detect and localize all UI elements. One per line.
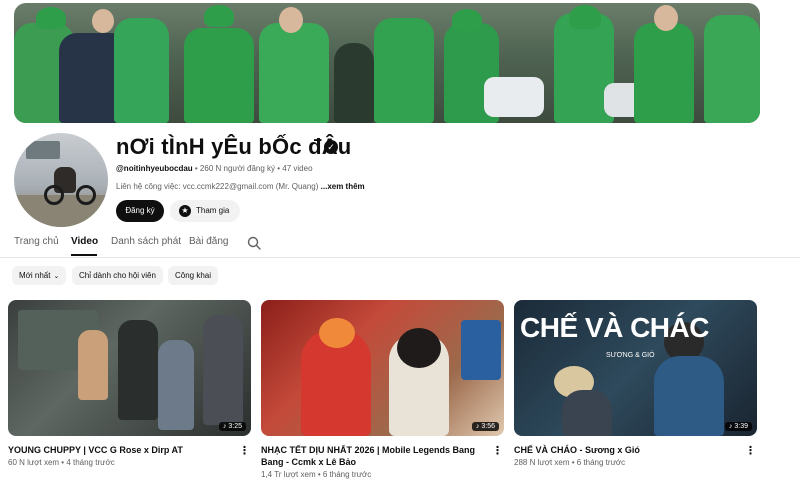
channel-stats: • 260 N người đăng ký • 47 video xyxy=(192,164,313,173)
avatar-wheel xyxy=(76,185,96,205)
video-duration: ♪ 3:56 xyxy=(471,422,499,431)
video-title[interactable]: CHẾ VÀ CHÁO - Sương x Gió xyxy=(514,444,734,456)
more-link[interactable]: ...xem thêm xyxy=(321,182,365,191)
video-title[interactable]: NHẠC TẾT DỊU NHẤT 2026 | Mobile Legends … xyxy=(261,444,481,468)
channel-avatar[interactable] xyxy=(14,133,108,227)
search-icon[interactable] xyxy=(247,236,261,250)
video-age: 4 tháng trước xyxy=(66,458,115,467)
tab-videos[interactable]: Video xyxy=(71,236,98,247)
video-meta: 1,4 Tr lượt xem • 6 tháng trước xyxy=(261,470,372,479)
video-views: 60 N lượt xem xyxy=(8,458,60,467)
join-button[interactable]: ★ Tham gia xyxy=(170,200,240,222)
chip-label: Công khai xyxy=(175,271,212,280)
chip-members-only[interactable]: Chỉ dành cho hội viên xyxy=(72,266,163,285)
video-meta: 288 N lượt xem • 6 tháng trước xyxy=(514,458,626,467)
chip-label: Chỉ dành cho hội viên xyxy=(79,271,156,280)
video-age: 6 tháng trước xyxy=(576,458,626,467)
thumbnail-subtitle: SƯƠNG & GIÓ xyxy=(606,352,655,359)
star-icon: ★ xyxy=(179,205,191,217)
more-vert-icon[interactable]: ⋮ xyxy=(492,445,503,457)
tab-posts[interactable]: Bài đăng xyxy=(189,236,228,247)
video-thumbnail[interactable]: ♪ 3:25 xyxy=(8,300,251,436)
subscribe-button[interactable]: Đăng ký xyxy=(116,200,164,222)
video-thumbnail[interactable]: CHẾ VÀ CHÁC SƯƠNG & GIÓ ♪ 3:39 xyxy=(514,300,757,436)
channel-handle: @noitinhyeubocdau xyxy=(116,164,193,173)
channel-description[interactable]: Liên hệ công việc: vcc.ccmk222@gmail.com… xyxy=(116,182,365,191)
tab-playlists[interactable]: Danh sách phát xyxy=(111,236,181,247)
tabs-divider xyxy=(0,257,800,258)
video-duration: ♪ 3:25 xyxy=(218,422,246,431)
channel-name: nƠi tÌnH yÊu bỐc đÂu xyxy=(116,134,352,159)
chip-public[interactable]: Công khai xyxy=(168,266,219,285)
chip-label: Mới nhất xyxy=(19,271,51,280)
avatar-wheel xyxy=(44,185,64,205)
more-vert-icon[interactable]: ⋮ xyxy=(239,445,250,457)
verified-check-icon: ✓ xyxy=(324,140,338,154)
video-title[interactable]: YOUNG CHUPPY | VCC G Rose x Dirp AT xyxy=(8,444,228,456)
chip-latest[interactable]: Mới nhất ⌄ xyxy=(12,266,67,285)
video-thumbnail[interactable]: ♪ 3:56 xyxy=(261,300,504,436)
video-duration: ♪ 3:39 xyxy=(724,422,752,431)
video-views: 288 N lượt xem xyxy=(514,458,570,467)
avatar-truck xyxy=(26,141,60,159)
description-text: Liên hệ công việc: vcc.ccmk222@gmail.com… xyxy=(116,182,319,191)
chevron-down-icon: ⌄ xyxy=(53,273,60,280)
video-views: 1,4 Tr lượt xem xyxy=(261,470,316,479)
video-meta: 60 N lượt xem • 4 tháng trước xyxy=(8,458,115,467)
more-vert-icon[interactable]: ⋮ xyxy=(745,445,756,457)
tab-home[interactable]: Trang chủ xyxy=(14,236,59,247)
thumbnail-title: CHẾ VÀ CHÁC xyxy=(520,312,709,343)
join-label: Tham gia xyxy=(196,206,230,215)
channel-meta: @noitinhyeubocdau • 260 N người đăng ký … xyxy=(116,164,313,173)
channel-banner xyxy=(14,3,760,123)
video-age: 6 tháng trước xyxy=(322,470,372,479)
active-tab-indicator xyxy=(71,254,97,256)
